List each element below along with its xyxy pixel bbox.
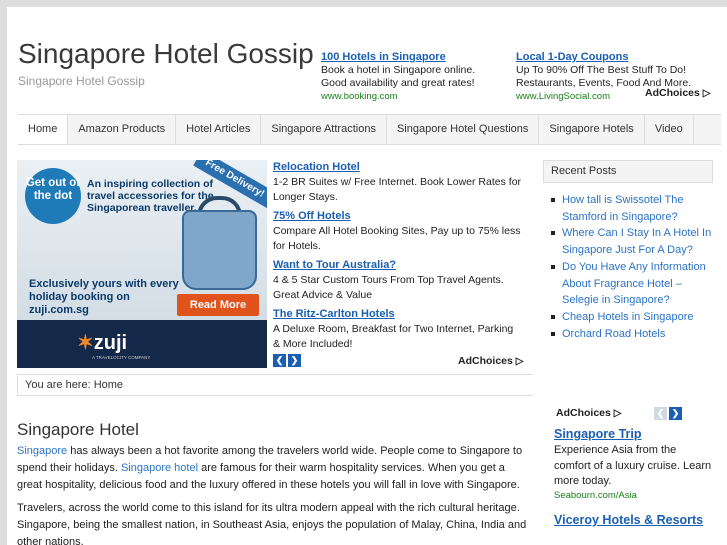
banner-badge: Get out of the dot: [25, 168, 81, 224]
travel-bag-icon: [182, 210, 257, 290]
sidebar-ad-desc: Experience Asia from the comfort of a lu…: [554, 444, 712, 487]
content-adchoices[interactable]: AdChoices ▷: [458, 355, 523, 367]
header-ad-1-url[interactable]: www.booking.com: [321, 90, 501, 103]
text-ad-desc: 4 & 5 Star Custom Tours From Top Travel …: [273, 274, 504, 301]
zuji-footer: ✶zuji A TRAVELOCITY COMPANY: [17, 320, 267, 368]
text-ad-desc: 1-2 BR Suites w/ Free Internet. Book Low…: [273, 176, 522, 203]
singapore-link[interactable]: Singapore: [17, 445, 67, 457]
header-ad-1-title[interactable]: 100 Hotels in Singapore: [321, 51, 501, 64]
nav-singapore-attractions[interactable]: Singapore Attractions: [261, 115, 387, 144]
nav-singapore-hotel-questions[interactable]: Singapore Hotel Questions: [387, 115, 540, 144]
recent-post-link[interactable]: Cheap Hotels in Singapore: [551, 309, 713, 326]
text-ad-title[interactable]: 75% Off Hotels: [273, 209, 523, 224]
chevron-left-icon[interactable]: ❮: [654, 407, 667, 420]
header-ad-2-title[interactable]: Local 1-Day Coupons: [516, 51, 706, 64]
text-ad[interactable]: Want to Tour Australia? 4 & 5 Star Custo…: [273, 258, 523, 303]
chevron-right-icon[interactable]: ❯: [288, 354, 301, 367]
zuji-logo-text: zuji: [93, 332, 128, 354]
post-paragraph: Singapore has always been a hot favorite…: [17, 443, 533, 494]
breadcrumb: You are here: Home: [17, 374, 533, 396]
page: Singapore Hotel Gossip Singapore Hotel G…: [7, 7, 727, 545]
site-description: Singapore Hotel Gossip: [18, 74, 145, 88]
text-ad[interactable]: Relocation Hotel 1-2 BR Suites w/ Free I…: [273, 160, 523, 205]
sidebar-ad[interactable]: Viceroy Hotels & Resorts: [554, 512, 714, 529]
header-ad-1[interactable]: 100 Hotels in Singapore Book a hotel in …: [321, 51, 501, 103]
text-ad-title[interactable]: The Ritz-Carlton Hotels: [273, 307, 523, 322]
header-adchoices[interactable]: AdChoices ▷: [645, 87, 710, 99]
sidebar-adchoices[interactable]: AdChoices ▷: [556, 407, 621, 419]
chevron-right-icon[interactable]: ❯: [669, 407, 682, 420]
nav-home[interactable]: Home: [18, 115, 69, 144]
header-ad-1-desc: Book a hotel in Singapore online. Good a…: [321, 64, 476, 89]
text-ad[interactable]: The Ritz-Carlton Hotels A Deluxe Room, B…: [273, 307, 523, 352]
recent-post-link[interactable]: Orchard Road Hotels: [551, 326, 713, 343]
adchoices-icon: ▷: [702, 88, 711, 99]
sidebar-ad-url[interactable]: Seabourn.com/Asia: [554, 490, 714, 501]
text-ad[interactable]: 75% Off Hotels Compare All Hotel Booking…: [273, 209, 523, 254]
banner-exclusive: Exclusively yours with every holiday boo…: [29, 278, 179, 316]
sidebar-adchoices-label: AdChoices: [556, 407, 611, 419]
recent-post-link[interactable]: How tall is Swissotel The Stamford in Si…: [551, 192, 713, 225]
post-body: Singapore has always been a hot favorite…: [17, 443, 533, 545]
nav-singapore-hotels[interactable]: Singapore Hotels: [539, 115, 645, 144]
sidebar-ad[interactable]: Singapore Trip Experience Asia from the …: [554, 426, 714, 501]
adchoices-icon: ▷: [613, 408, 622, 419]
header-adchoices-label: AdChoices: [645, 87, 700, 99]
sidebar-ad-title[interactable]: Singapore Trip: [554, 426, 714, 443]
text-ad-title[interactable]: Want to Tour Australia?: [273, 258, 523, 273]
site-title[interactable]: Singapore Hotel Gossip: [18, 38, 314, 70]
text-ad-desc: Compare All Hotel Booking Sites, Pay up …: [273, 225, 521, 252]
read-more-button[interactable]: Read More: [177, 294, 259, 316]
recent-post-link[interactable]: Where Can I Stay In A Hotel In Singapore…: [551, 225, 713, 258]
sidebar: Recent Posts How tall is Swissotel The S…: [543, 160, 713, 342]
chevron-left-icon[interactable]: ❮: [273, 354, 286, 367]
zuji-logo: ✶zuji: [77, 332, 128, 354]
text-ad-desc: A Deluxe Room, Breakfast for Two Interne…: [273, 323, 514, 350]
nav-amazon-products[interactable]: Amazon Products: [68, 115, 177, 144]
recent-post-link[interactable]: Do You Have Any Information About Fragra…: [551, 259, 713, 309]
recent-posts-title: Recent Posts: [543, 160, 713, 183]
singapore-hotel-link[interactable]: Singapore hotel: [121, 462, 198, 474]
nav-video[interactable]: Video: [645, 115, 694, 144]
post-title: Singapore Hotel: [17, 420, 139, 439]
text-ads-block: Relocation Hotel 1-2 BR Suites w/ Free I…: [273, 160, 523, 356]
sidebar-ad-title[interactable]: Viceroy Hotels & Resorts: [554, 512, 714, 529]
sidebar-ad-pager: ❮ ❯: [654, 407, 682, 420]
header-ad-2-desc: Up To 90% Off The Best Stuff To Do! Rest…: [516, 64, 692, 89]
text-ad-title[interactable]: Relocation Hotel: [273, 160, 523, 175]
main-nav: Home Amazon Products Hotel Articles Sing…: [18, 114, 721, 145]
zuji-banner-ad[interactable]: Get out of the dot An inspiring collecti…: [17, 160, 267, 368]
zuji-logo-sub: A TRAVELOCITY COMPANY: [92, 355, 151, 360]
post-paragraph: Travelers, across the world come to this…: [17, 502, 527, 545]
adchoices-icon: ▷: [515, 356, 524, 367]
nav-hotel-articles[interactable]: Hotel Articles: [176, 115, 262, 144]
ad-pager: ❮ ❯: [273, 354, 301, 367]
recent-posts-list: How tall is Swissotel The Stamford in Si…: [543, 192, 713, 342]
content-adchoices-label: AdChoices: [458, 355, 513, 367]
